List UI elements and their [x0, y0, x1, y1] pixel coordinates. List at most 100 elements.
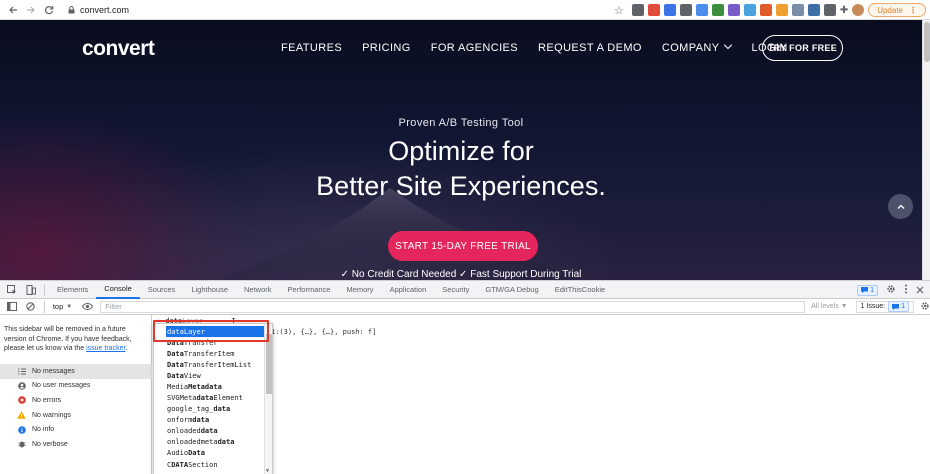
tab-console[interactable]: Console	[96, 281, 140, 299]
context-select[interactable]: top ▼	[53, 302, 72, 311]
issue-tracker-link[interactable]: issue tracker	[86, 345, 125, 352]
nav-item-for-agencies[interactable]: FOR AGENCIES	[431, 42, 518, 54]
tab-lighthouse[interactable]: Lighthouse	[183, 281, 236, 299]
autocomplete-item-pre: google_tag_	[167, 405, 214, 414]
lock-icon	[66, 5, 76, 15]
autocomplete-item[interactable]: SVGMeta data Element	[154, 392, 272, 403]
extension-6-icon[interactable]	[711, 4, 724, 16]
nav-item-label: COMPANY	[661, 42, 720, 54]
nav-item-features[interactable]: FEATURES	[281, 42, 342, 54]
sidebar-item-no-messages[interactable]: No messages	[0, 364, 152, 379]
autocomplete-item[interactable]: Data TransferItemList	[154, 359, 272, 370]
tab-network[interactable]: Network	[236, 281, 280, 299]
update-label: Update	[877, 5, 903, 15]
browser-toolbar: convert.com ☆ ✚ Update ⋮	[0, 0, 930, 20]
extension-10-icon[interactable]	[775, 4, 788, 16]
autocomplete-item[interactable]: Media Metadata	[154, 381, 272, 392]
page-scrollbar-thumb[interactable]	[924, 22, 930, 62]
show-sidebar-icon[interactable]	[5, 300, 19, 314]
tab-memory[interactable]: Memory	[338, 281, 381, 299]
extension-7-icon[interactable]	[727, 4, 740, 16]
tab-security[interactable]: Security	[434, 281, 477, 299]
autocomplete-item[interactable]: onform data	[154, 415, 272, 426]
extension-11-icon[interactable]	[791, 4, 804, 16]
live-expression-eye-icon[interactable]	[80, 300, 94, 314]
scroll-down-arrow-icon[interactable]: ▼	[266, 468, 272, 474]
autocomplete-item-pre: onform	[167, 416, 193, 425]
tab-sources[interactable]: Sources	[140, 281, 184, 299]
hero-headline-line-2: Better Site Experiences.	[316, 171, 606, 201]
console-settings-gear-icon[interactable]	[920, 298, 930, 316]
extension-4-icon[interactable]	[679, 4, 692, 16]
autocomplete-item-post: View	[183, 371, 201, 380]
messages-count: 1	[870, 286, 874, 294]
tab-editthiscookie[interactable]: EditThisCookie	[547, 281, 613, 299]
issues-badge: 1	[888, 301, 910, 312]
tab-elements[interactable]: Elements	[49, 281, 96, 299]
tab-gtm-ga-debug[interactable]: GTM/GA Debug	[477, 281, 546, 299]
autocomplete-item[interactable]: google_tag_ data	[154, 404, 272, 415]
filter-input[interactable]: Filter	[100, 300, 806, 313]
device-toolbar-icon[interactable]	[24, 283, 38, 297]
messages-badge[interactable]: 1	[857, 284, 878, 296]
extension-3-icon[interactable]	[663, 4, 676, 16]
extension-8-icon[interactable]	[743, 4, 756, 16]
start-free-trial-button[interactable]: START 15-DAY FREE TRIAL	[388, 231, 538, 261]
try-for-free-button[interactable]: TRY FOR FREE	[762, 35, 843, 61]
scroll-to-top-button[interactable]	[888, 194, 913, 219]
autocomplete-item[interactable]: Data View	[154, 370, 272, 381]
address-bar[interactable]: convert.com	[66, 2, 606, 18]
autocomplete-item[interactable]: C DATA Section	[154, 459, 272, 470]
tab-application[interactable]: Application	[382, 281, 435, 299]
nav-item-company[interactable]: COMPANY	[661, 40, 733, 54]
console-sidebar: This sidebar will be removed in a future…	[0, 315, 152, 474]
extension-12-icon[interactable]	[807, 4, 820, 16]
autocomplete-item[interactable]: onloadedmeta data	[154, 437, 272, 448]
inspect-element-icon[interactable]	[5, 283, 19, 297]
update-button[interactable]: Update ⋮	[868, 3, 926, 17]
autocomplete-item[interactable]: onloaded data	[154, 426, 272, 437]
sidebar-item-no-info[interactable]: No info	[0, 422, 152, 437]
autocomplete-dropdown: dataLayer Data Transfer Data TransferItem Da…	[153, 323, 273, 474]
tab-performance[interactable]: Performance	[280, 281, 339, 299]
sidebar-item-label: No messages	[32, 367, 75, 375]
nav-item-request-a-demo[interactable]: REQUEST A DEMO	[538, 42, 642, 54]
autocomplete-scrollbar[interactable]: ▼	[264, 324, 272, 474]
profile-avatar[interactable]	[852, 4, 865, 16]
console-eager-result: 1:(3), {…}, {…}, push: f]	[271, 328, 377, 336]
message-icon	[892, 303, 900, 310]
chevron-down-icon	[724, 40, 733, 50]
convert-logo[interactable]: convert	[82, 37, 155, 61]
log-levels-dropdown[interactable]: All levels ▼	[811, 303, 848, 310]
clear-console-icon[interactable]	[24, 300, 38, 314]
devtools-tab-bar: Elements Console Sources Lighthouse Network P…	[0, 281, 930, 299]
extension-5-icon[interactable]	[695, 4, 708, 16]
bookmark-star-icon[interactable]: ☆	[614, 4, 624, 17]
extension-1-icon[interactable]	[631, 4, 644, 16]
sidebar-item-no-user-messages[interactable]: No user messages	[0, 379, 152, 394]
sidebar-item-no-warnings[interactable]: No warnings	[0, 408, 152, 423]
settings-gear-icon[interactable]	[886, 281, 896, 299]
extension-13-icon[interactable]	[823, 4, 836, 16]
issues-button[interactable]: 1 Issue: 1	[855, 300, 915, 313]
nav-item-pricing[interactable]: PRICING	[362, 42, 411, 54]
autocomplete-item-match: data	[213, 405, 231, 414]
console-area[interactable]: › data Layer I 1:(3), {…}, {…}, push: f] …	[153, 315, 930, 474]
close-devtools-icon[interactable]	[916, 281, 924, 299]
extension-9-icon[interactable]	[759, 4, 772, 16]
sidebar-item-no-errors[interactable]: No errors	[0, 393, 152, 408]
autocomplete-item[interactable]: Audio Data	[154, 448, 272, 459]
sidebar-item-no-verbose[interactable]: No verbose	[0, 437, 152, 452]
sidebar-item-label: No info	[32, 426, 55, 434]
extensions-puzzle-icon[interactable]: ✚	[840, 5, 848, 16]
back-arrow-icon[interactable]	[4, 1, 22, 19]
more-options-icon[interactable]	[904, 281, 908, 299]
autocomplete-item-match: data	[217, 438, 235, 447]
extensions-area: ☆ ✚ Update ⋮	[614, 2, 926, 18]
extension-2-icon[interactable]	[647, 4, 660, 16]
page-scrollbar[interactable]	[922, 20, 930, 280]
reload-icon[interactable]	[40, 1, 58, 19]
forward-arrow-icon[interactable]	[22, 1, 40, 19]
autocomplete-scrollbar-thumb[interactable]	[266, 334, 272, 394]
autocomplete-item[interactable]: Data TransferItem	[154, 348, 272, 359]
